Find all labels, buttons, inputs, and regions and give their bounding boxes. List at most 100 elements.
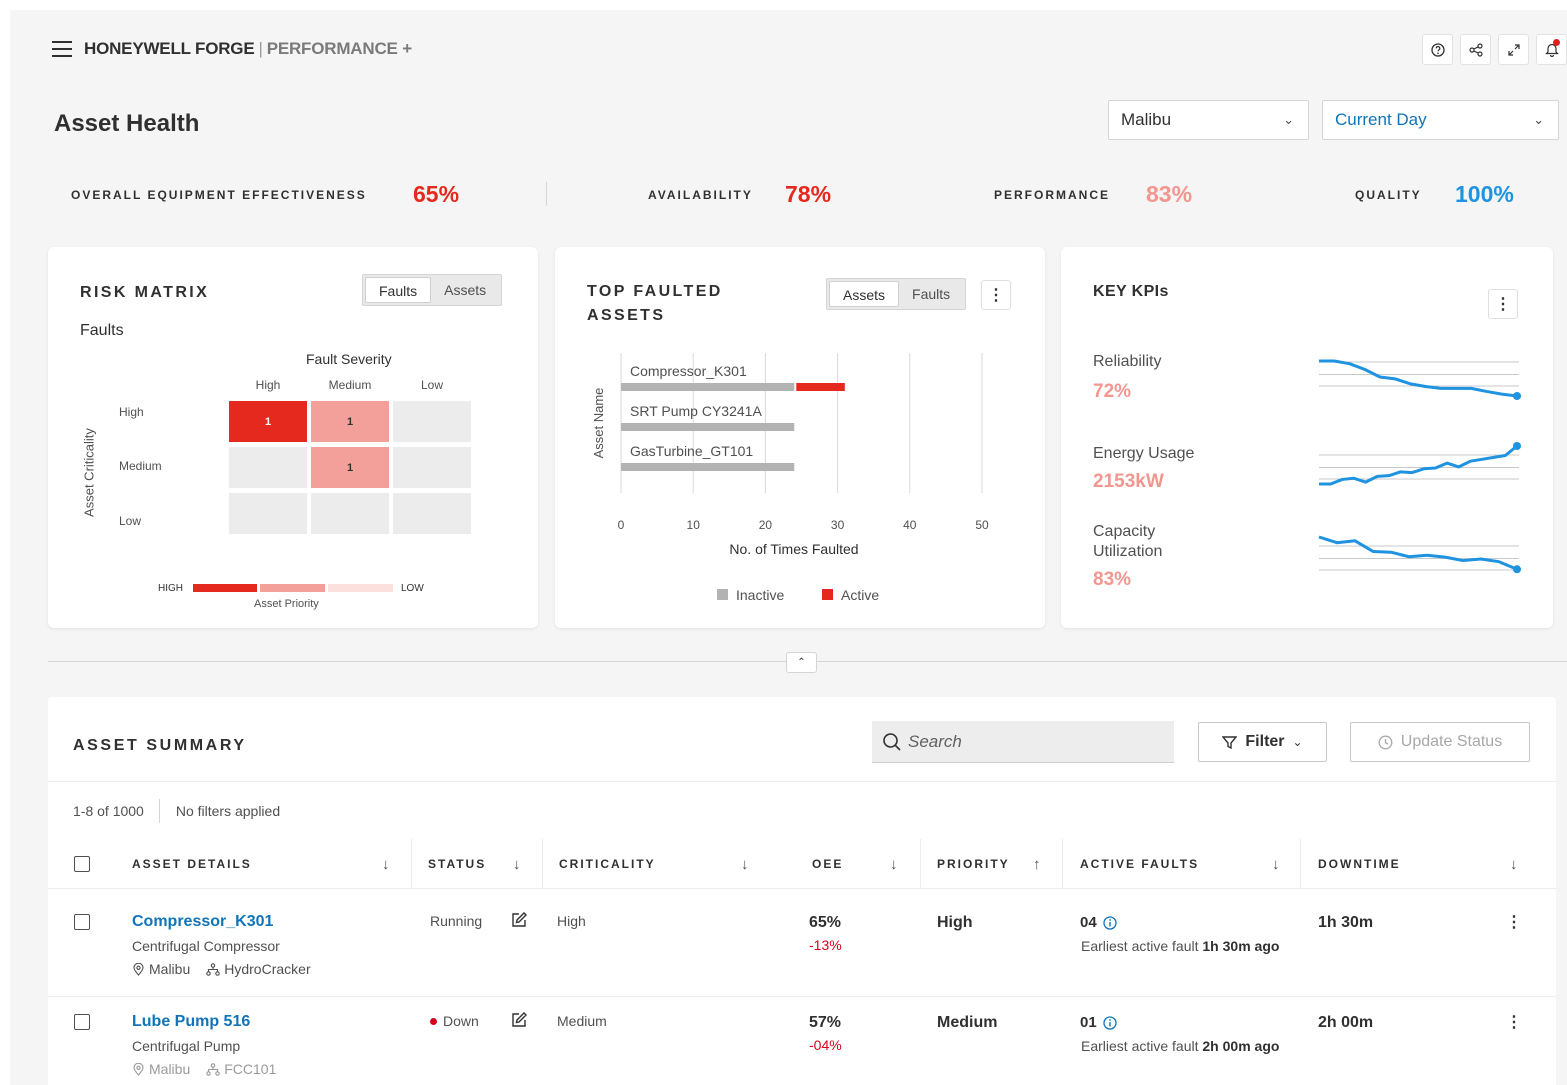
energy-usage-value: 2153kW xyxy=(1093,471,1164,492)
key-kpis-title: KEY KPIs xyxy=(1093,283,1169,300)
help-icon[interactable] xyxy=(1422,34,1453,65)
matrix-cell[interactable] xyxy=(393,493,471,534)
reliability-sparkline xyxy=(1319,359,1521,400)
search-input[interactable] xyxy=(908,731,1148,752)
info-icon[interactable] xyxy=(1103,915,1117,930)
column-asset-details[interactable]: ASSET DETAILS ↓ xyxy=(132,839,402,889)
x-axis-title: No. of Times Faulted xyxy=(729,541,858,557)
menu-icon[interactable] xyxy=(52,41,72,57)
bell-icon[interactable] xyxy=(1536,34,1567,65)
toggle-assets[interactable]: Assets xyxy=(431,277,499,303)
bar-inactive[interactable] xyxy=(621,463,795,471)
quality-value: 100% xyxy=(1455,181,1514,207)
sort-down-icon: ↓ xyxy=(1510,855,1518,873)
column-label: STATUS xyxy=(428,857,487,871)
row-more-icon[interactable]: ⋮ xyxy=(1506,1011,1522,1033)
column-active-faults[interactable]: ACTIVE FAULTS ↓ xyxy=(1080,839,1290,889)
key-kpis-more-icon[interactable]: ⋮ xyxy=(1488,289,1518,319)
row-checkbox[interactable] xyxy=(74,1014,90,1030)
sort-down-icon: ↓ xyxy=(1272,855,1280,873)
faults-number: 04 xyxy=(1080,914,1097,931)
bar-active[interactable] xyxy=(796,383,845,391)
criticality-low-label: Low xyxy=(119,514,142,528)
bar-inactive[interactable] xyxy=(621,383,795,391)
matrix-cell[interactable] xyxy=(229,493,307,534)
app-brand: HONEYWELL FORGE | PERFORMANCE + xyxy=(84,39,412,59)
column-criticality[interactable]: CRITICALITY ↓ xyxy=(559,839,769,889)
legend-swatch-active xyxy=(822,589,833,600)
column-label: PRIORITY xyxy=(937,857,1010,871)
column-priority[interactable]: PRIORITY ↑ xyxy=(937,839,1077,889)
severity-low-label: Low xyxy=(420,378,443,392)
site-dropdown-value: Malibu xyxy=(1121,110,1172,129)
table-row[interactable]: Compressor_K301 Centrifugal Compressor M… xyxy=(48,897,1556,997)
matrix-cell[interactable] xyxy=(229,447,307,488)
hierarchy-icon xyxy=(206,1062,221,1076)
unit-name: FCC101 xyxy=(224,1061,277,1077)
edit-icon[interactable] xyxy=(510,911,528,929)
column-downtime[interactable]: DOWNTIME ↓ xyxy=(1318,839,1538,889)
header-actions xyxy=(1422,34,1567,65)
matrix-cell[interactable] xyxy=(393,447,471,488)
matrix-cell[interactable]: 1 xyxy=(229,401,307,442)
column-label: ACTIVE FAULTS xyxy=(1080,857,1200,871)
active-faults-count: 01 xyxy=(1080,1014,1117,1031)
column-oee[interactable]: OEE ↓ xyxy=(812,839,922,889)
chevron-down-icon: ⌄ xyxy=(1533,112,1544,127)
column-status[interactable]: STATUS ↓ xyxy=(428,839,538,889)
criticality-medium-label: Medium xyxy=(119,459,162,473)
site-dropdown[interactable]: Malibu ⌄ xyxy=(1108,100,1309,140)
bar-inactive[interactable] xyxy=(621,423,795,431)
matrix-cell[interactable]: 1 xyxy=(311,401,389,442)
sparkline-endpoint xyxy=(1513,565,1521,574)
asset-downtime: 2h 00m xyxy=(1318,1014,1374,1031)
priority-legend-high: HIGH xyxy=(158,583,183,594)
status-text: Down xyxy=(443,1013,479,1029)
brand-name: HONEYWELL FORGE xyxy=(84,39,255,58)
info-icon[interactable] xyxy=(1103,1015,1117,1030)
sort-down-icon: ↓ xyxy=(890,855,898,873)
column-label: ASSET DETAILS xyxy=(132,857,252,871)
performance-label: PERFORMANCE xyxy=(994,188,1111,202)
column-divider xyxy=(1062,839,1063,889)
x-tick-label: 40 xyxy=(903,518,917,532)
asset-criticality: Medium xyxy=(557,1013,607,1029)
row-more-icon[interactable]: ⋮ xyxy=(1506,911,1522,933)
table-row[interactable]: Lube Pump 516 Centrifugal Pump Malibu FC… xyxy=(48,997,1556,1085)
y-axis-title: Asset Name xyxy=(591,388,606,459)
toggle-faults[interactable]: Faults xyxy=(365,277,432,303)
availability-value: 78% xyxy=(785,181,832,207)
reliability-label: Reliability xyxy=(1093,353,1162,370)
location-pin-icon xyxy=(133,962,144,976)
sort-down-icon: ↓ xyxy=(382,855,390,873)
edit-icon[interactable] xyxy=(510,1011,528,1029)
sparkline-line xyxy=(1318,535,1518,571)
filter-button[interactable]: Filter ⌄ xyxy=(1198,722,1327,762)
brand-separator: | xyxy=(258,39,263,58)
product-name: PERFORMANCE + xyxy=(266,39,412,58)
capacity-label-line2: Utilization xyxy=(1093,543,1163,560)
sparkline-endpoint xyxy=(1513,442,1521,450)
top-faulted-assets-card: TOP FAULTED ASSETS Assets Faults ⋮ 0 10 20… xyxy=(555,247,1045,628)
asset-name-link[interactable]: Compressor_K301 xyxy=(132,913,273,931)
column-divider xyxy=(1300,839,1301,889)
matrix-cell[interactable]: 1 xyxy=(311,447,389,488)
update-status-button[interactable]: Update Status xyxy=(1350,722,1530,762)
share-icon[interactable] xyxy=(1460,34,1491,65)
hierarchy-icon xyxy=(206,962,221,976)
collapse-chevron-up-icon[interactable]: ⌃ xyxy=(786,652,817,673)
time-range-dropdown[interactable]: Current Day ⌄ xyxy=(1322,100,1559,140)
row-checkbox[interactable] xyxy=(74,914,90,930)
search-box[interactable] xyxy=(872,721,1174,763)
legend-inactive-label: Inactive xyxy=(736,587,784,603)
earliest-fault-time: 2h 00m ago xyxy=(1202,1038,1280,1054)
matrix-cell[interactable] xyxy=(311,493,389,534)
expand-icon[interactable] xyxy=(1498,34,1529,65)
fault-severity-axis-title: Fault Severity xyxy=(306,351,392,367)
column-label: OEE xyxy=(812,857,844,871)
asset-name-link[interactable]: Lube Pump 516 xyxy=(132,1013,250,1031)
asset-downtime: 1h 30m xyxy=(1318,914,1374,931)
matrix-cell[interactable] xyxy=(393,401,471,442)
x-tick-label: 30 xyxy=(831,518,845,532)
select-all-checkbox[interactable] xyxy=(74,856,90,872)
